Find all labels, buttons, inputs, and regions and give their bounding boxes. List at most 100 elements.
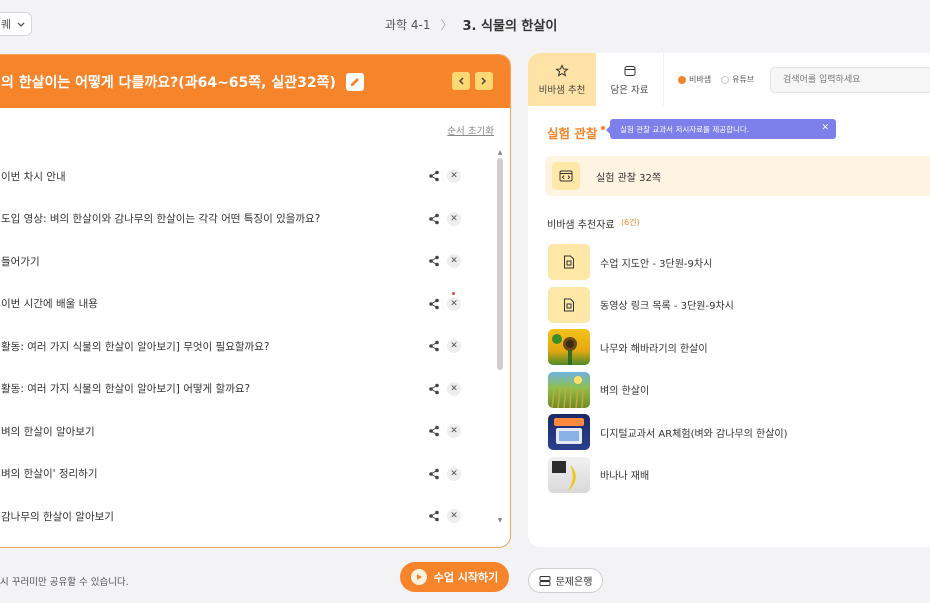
list-item[interactable]: 벼의 한살이' 정리하기 ✕ — [0, 453, 496, 496]
prev-lesson-button[interactable] — [452, 72, 470, 90]
radio-unselected-icon — [721, 75, 730, 84]
list-item[interactable]: 활동: 여러 가지 식물의 한살이 알아보기] 어떻게 할까요? ✕ — [0, 368, 496, 411]
radio-youtube[interactable]: 유튜브 — [721, 74, 754, 85]
radio-vivasam-label: 비바샘 — [689, 75, 712, 84]
thumbnail-image — [548, 456, 590, 493]
document-icon — [548, 286, 590, 323]
chevron-right-icon: 〉 — [440, 18, 453, 32]
remove-item-button[interactable]: ✕ — [447, 381, 461, 396]
scroll-up-icon[interactable]: ▲ — [496, 150, 504, 156]
list-item-label: 활동: 여러 가지 식물의 한살이 알아보기] 무엇이 필요할까요? — [1, 340, 270, 353]
lesson-panel: 의 한살이는 어떻게 다를까요?(과64~65쪽, 실관32쪽) 순서 초기화 … — [0, 54, 511, 548]
experiment-observation-item[interactable]: 실험 관찰 32쪽 — [545, 156, 930, 196]
lesson-header: 의 한살이는 어떻게 다를까요?(과64~65쪽, 실관32쪽) — [0, 55, 510, 108]
recommend-item-label: 바나나 재배 — [600, 471, 650, 483]
thumbnail-image — [548, 414, 590, 451]
share-icon[interactable] — [428, 340, 440, 352]
share-icon[interactable] — [428, 383, 440, 395]
radio-selected-icon — [678, 75, 686, 84]
lesson-scrollbar[interactable]: ▲ ▼ — [496, 150, 504, 528]
code-file-icon — [552, 162, 580, 190]
recommend-count: (6건) — [621, 218, 640, 227]
share-icon[interactable] — [428, 170, 440, 182]
share-icon[interactable] — [428, 298, 440, 310]
tooltip-text: 실험 관찰 교과서 저시자료를 제공합니다. — [620, 124, 750, 134]
question-bank-button[interactable]: 문제은행 — [528, 568, 603, 593]
play-icon — [410, 569, 427, 585]
share-icon[interactable] — [428, 213, 440, 225]
breadcrumb-current: 3. 식물의 한살이 — [462, 19, 558, 34]
grade-dropdown[interactable]: 퀘 — [0, 12, 32, 36]
remove-item-button[interactable]: ✕ — [447, 211, 461, 226]
dropdown-label: 퀘 — [1, 18, 12, 31]
recommend-item-label: 디지털교과서 AR체험(벼와 감나무의 한살이) — [600, 428, 788, 440]
recommend-title: 비바샘 추천자료 — [547, 220, 615, 231]
share-note: 시 꾸러미만 공유할 수 있습니다. — [0, 577, 129, 588]
lesson-item-list: 이번 차시 안내 ✕ 도입 영상: 벼의 한살이와 감나무의 한살이는 각각 어… — [0, 155, 496, 535]
start-class-label: 수업 시작하기 — [433, 571, 499, 584]
share-icon[interactable] — [428, 510, 440, 522]
new-indicator-dot — [452, 291, 455, 295]
list-item-label: 도입 영상: 벼의 한살이와 감나무의 한살이는 각각 어떤 특징이 있을까요? — [1, 213, 321, 226]
list-item[interactable]: 바나나 재배 — [548, 454, 928, 497]
list-item-label: 감나무의 한살이 알아보기 — [1, 510, 114, 523]
list-item-label: 들어가기 — [1, 255, 40, 268]
list-item[interactable]: 벼의 한살이 — [548, 369, 928, 412]
breadcrumb: 과학 4-1 〉 3. 식물의 한살이 — [385, 15, 557, 34]
thumbnail-image — [548, 371, 590, 408]
thumbnail-image — [548, 329, 590, 366]
remove-item-button[interactable]: ✕ — [447, 466, 461, 481]
list-item[interactable]: 들어가기 ✕ — [0, 240, 496, 283]
radio-vivasam[interactable]: 비바샘 — [678, 74, 711, 85]
remove-item-button[interactable]: ✕ — [447, 339, 461, 354]
next-lesson-button[interactable] — [475, 72, 493, 90]
search-input[interactable] — [770, 67, 930, 93]
experiment-item-label: 실험 관찰 32쪽 — [596, 172, 662, 184]
section-dot — [601, 126, 605, 130]
list-item[interactable]: 이번 차시 안내 ✕ — [0, 155, 496, 198]
reset-order-link[interactable]: 순서 초기화 — [447, 123, 494, 137]
list-item[interactable]: 이번 시간에 배울 내용 ✕ — [0, 283, 496, 326]
remove-item-button[interactable]: ✕ — [447, 424, 461, 439]
remove-item-button[interactable]: ✕ — [447, 296, 461, 311]
tooltip-arrow — [606, 126, 610, 134]
list-item-label: 벼의 한살이 알아보기 — [1, 425, 95, 438]
start-class-button[interactable]: 수업 시작하기 — [400, 562, 509, 592]
remove-item-button[interactable]: ✕ — [447, 509, 461, 524]
list-item[interactable]: 디지털교과서 AR체험(벼와 감나무의 한살이) — [548, 411, 928, 454]
scrollbar-thumb[interactable] — [497, 158, 503, 370]
list-item[interactable]: 감나무의 한살이 알아보기 ✕ — [0, 495, 496, 538]
scroll-down-icon[interactable]: ▼ — [496, 518, 504, 524]
list-item[interactable]: 수업 지도안 - 3단원-9차시 — [548, 241, 928, 284]
chevron-right-icon — [481, 77, 487, 85]
remove-item-button[interactable]: ✕ — [447, 254, 461, 269]
tab-saved-materials[interactable]: 담은 자료 — [596, 53, 664, 106]
close-icon[interactable]: ✕ — [821, 123, 829, 133]
recommend-item-label: 나무와 해바라기의 한살이 — [600, 343, 708, 355]
star-icon — [555, 63, 569, 77]
remove-item-button[interactable]: ✕ — [447, 169, 461, 184]
source-radio-group: 비바샘 유튜브 — [678, 74, 754, 85]
top-bar: 퀘 과학 4-1 〉 3. 식물의 한살이 — [0, 0, 930, 48]
share-icon[interactable] — [428, 468, 440, 480]
lesson-nav — [452, 72, 493, 90]
edit-title-button[interactable] — [345, 72, 364, 91]
share-icon[interactable] — [428, 425, 440, 437]
tab-label: 비바샘 추천 — [538, 84, 586, 96]
recommend-item-label: 수업 지도안 - 3단원-9차시 — [600, 258, 713, 270]
breadcrumb-subject[interactable]: 과학 4-1 — [385, 16, 431, 33]
pencil-icon — [350, 77, 359, 86]
info-tooltip: 실험 관찰 교과서 저시자료를 제공합니다. ✕ — [606, 119, 836, 139]
list-item[interactable]: 도입 영상: 벼의 한살이와 감나무의 한살이는 각각 어떤 특징이 있을까요?… — [0, 198, 496, 241]
list-item[interactable]: 나무와 해바라기의 한살이 — [548, 326, 928, 369]
list-item[interactable]: 활동: 여러 가지 식물의 한살이 알아보기] 무엇이 필요할까요? ✕ — [0, 325, 496, 368]
chevron-down-icon — [17, 18, 25, 31]
list-item-label: 이번 시간에 배울 내용 — [1, 298, 98, 311]
list-item[interactable]: 벼의 한살이 알아보기 ✕ — [0, 410, 496, 453]
list-item[interactable]: 동영상 링크 목록 - 3단원-9차시 — [548, 284, 928, 327]
list-item-label: 활동: 여러 가지 식물의 한살이 알아보기] 어떻게 할까요? — [1, 383, 251, 396]
tab-label: 담은 자료 — [610, 84, 649, 96]
lesson-title: 의 한살이는 어떻게 다를까요?(과64~65쪽, 실관32쪽) — [1, 74, 336, 91]
share-icon[interactable] — [428, 255, 440, 267]
tab-vivasam-recommend[interactable]: 비바샘 추천 — [528, 53, 596, 106]
